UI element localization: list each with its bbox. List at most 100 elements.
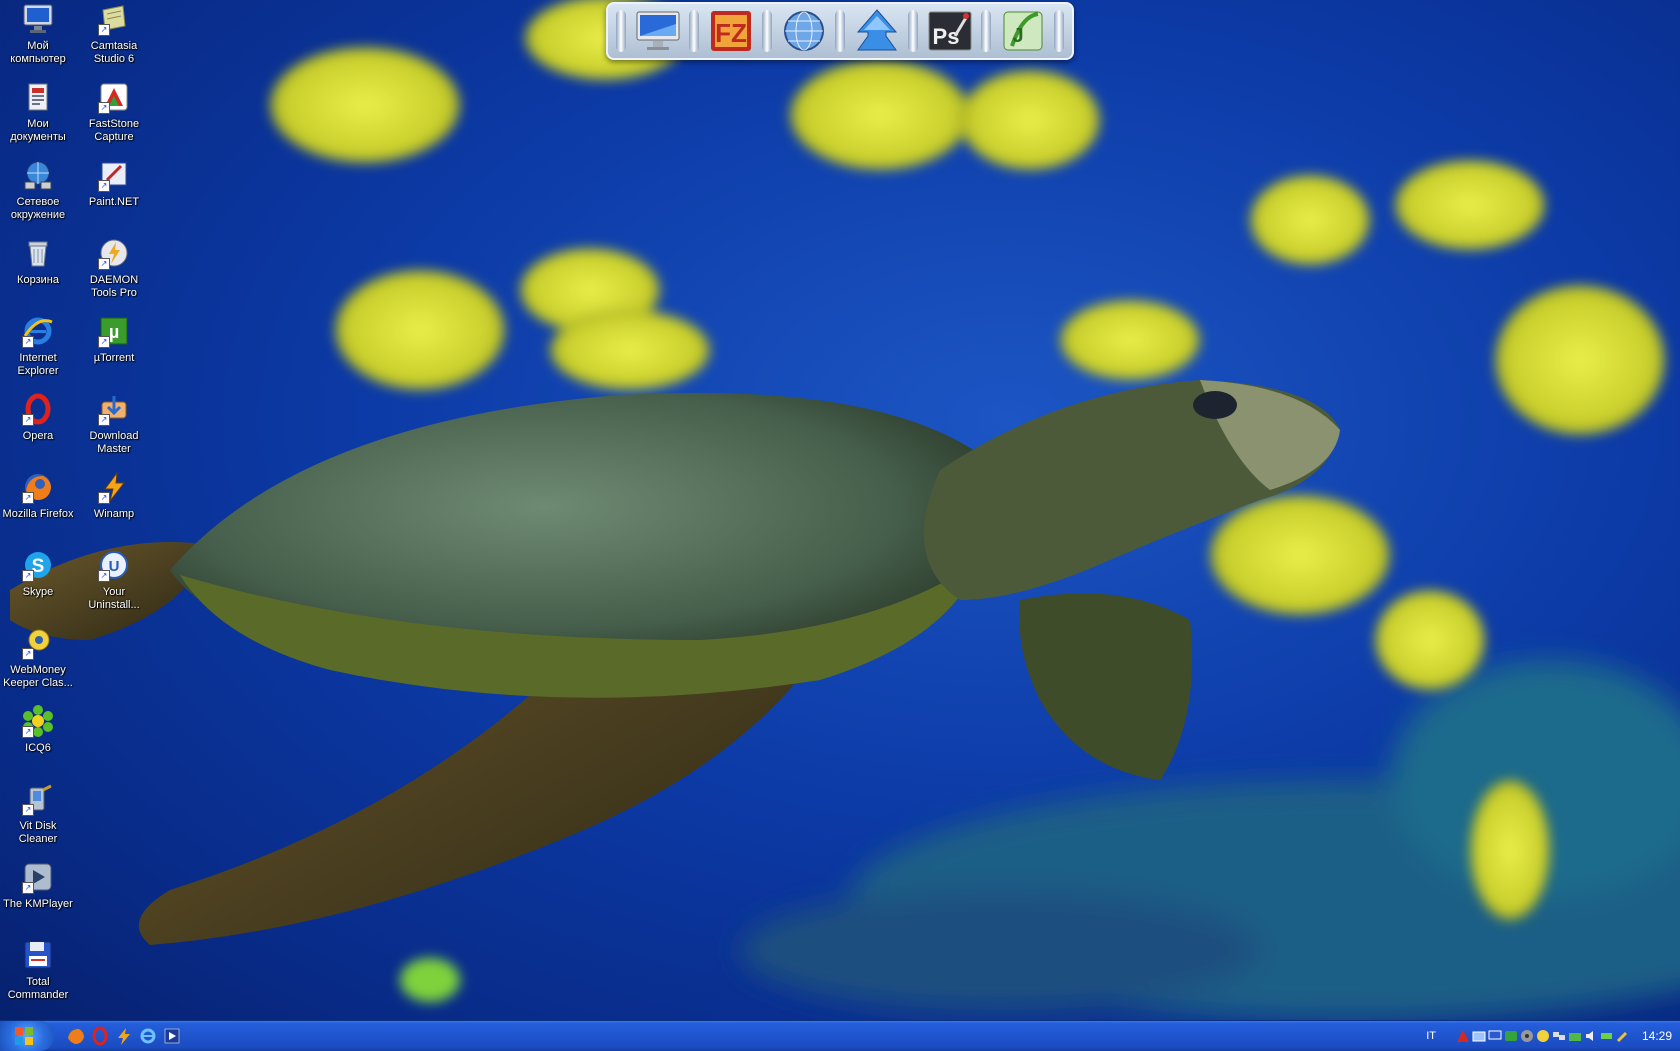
desktop-icon-label: Vit Disk Cleaner (18, 820, 58, 845)
quick-launch-bar (66, 1026, 182, 1046)
imac-icon (636, 11, 679, 50)
tray-icon-1[interactable] (1456, 1029, 1470, 1043)
dock-separator (762, 10, 772, 52)
desktop-icon-label: Сетевое окружение (10, 196, 66, 221)
upload-arrow-icon (856, 9, 897, 51)
tool-icon (1616, 1031, 1628, 1043)
tray-icon-10[interactable] (1600, 1029, 1614, 1043)
desktop-icon-label: µTorrent (93, 352, 135, 364)
desktop-icon-icq[interactable]: ↗ ICQ6 (0, 702, 76, 776)
documents-icon (28, 83, 48, 111)
desktop-icon-label: Skype (22, 586, 54, 598)
desktop-icon-your-uninstaller[interactable]: U ↗ Your Uninstall... (76, 546, 152, 620)
photoshop-icon: Ps (928, 11, 971, 51)
quick-launch-media[interactable] (162, 1026, 182, 1046)
tray-icon-5[interactable] (1520, 1029, 1534, 1043)
desktop-icon-label: Opera (22, 430, 54, 442)
desktop-icon-paintnet[interactable]: ↗ Paint.NET (76, 156, 152, 230)
desktop-icon-label: Camtasia Studio 6 (90, 40, 138, 65)
desktop-icon-total-commander[interactable]: Total Commander (0, 936, 76, 1010)
monitor-icon (1488, 1030, 1502, 1040)
tray-icon-4[interactable] (1504, 1029, 1518, 1043)
desktop-icon-vit-disk-cleaner[interactable]: ↗ Vit Disk Cleaner (0, 780, 76, 854)
dock-separator (689, 10, 699, 52)
dock-app-photoshop[interactable]: Ps (925, 6, 975, 56)
desktop-icon-firefox[interactable]: ↗ Mozilla Firefox (0, 468, 76, 542)
desktop-icon-label: Mozilla Firefox (2, 508, 74, 520)
clock[interactable]: 14:29 (1642, 1029, 1672, 1043)
desktop-icon-label: Мои документы (10, 118, 66, 143)
desktop-icon-skype[interactable]: S ↗ Skype (0, 546, 76, 620)
desktop-icon-daemon-tools[interactable]: ↗ DAEMON Tools Pro (76, 234, 152, 308)
tray-icon-8[interactable] (1568, 1029, 1582, 1043)
desktop-icon-label: Мой компьютер (10, 40, 66, 65)
dock-app-computer[interactable] (633, 6, 683, 56)
floppy-icon (24, 941, 52, 969)
dock-app-browser[interactable] (779, 6, 829, 56)
dock-separator (981, 10, 991, 52)
desktop-icon-label: Корзина (17, 274, 59, 286)
desktop-icon-my-computer[interactable]: Мой компьютер (0, 0, 76, 74)
tray-icon-11[interactable] (1616, 1029, 1630, 1043)
desktop-icon-recycle-bin[interactable]: Корзина (0, 234, 76, 308)
desktop-icon-kmplayer[interactable]: ↗ The KMPlayer (0, 858, 76, 932)
desktop-icon-label: DAEMON Tools Pro (89, 274, 139, 299)
desktop-icon-internet-explorer[interactable]: ↗ Internet Explorer (0, 312, 76, 386)
desktop-icon-webmoney[interactable]: ↗ WebMoney Keeper Clas... (0, 624, 76, 698)
globe-icon (783, 11, 824, 51)
desktop-icon-network[interactable]: Сетевое окружение (0, 156, 76, 230)
firefox-icon (68, 1028, 84, 1044)
svg-text:FZ: FZ (715, 18, 747, 48)
quick-launch-opera[interactable] (90, 1026, 110, 1046)
tray-icon-6[interactable] (1536, 1029, 1550, 1043)
webmoney-icon (1536, 1030, 1549, 1042)
svg-text:Ps: Ps (932, 24, 959, 49)
quick-launch-ie[interactable] (138, 1026, 158, 1046)
app-dock: FZ Ps J (606, 2, 1074, 60)
battery-icon (1600, 1033, 1612, 1039)
monitor-icon (23, 4, 53, 33)
desktop-icon-label: Total Commander (7, 976, 69, 1001)
svg-text:U: U (109, 558, 120, 575)
tray-icon-2[interactable] (1472, 1029, 1486, 1043)
desktop-icon-utorrent[interactable]: µ ↗ µTorrent (76, 312, 152, 386)
dock-app-filezilla[interactable]: FZ (706, 6, 756, 56)
tray-icon-3[interactable] (1488, 1029, 1502, 1043)
desktop-icon-camtasia[interactable]: ↗ Camtasia Studio 6 (76, 0, 152, 74)
desktop-icon-label: Winamp (93, 508, 135, 520)
folder-icon (1568, 1033, 1581, 1041)
desktop-icon-winamp[interactable]: ↗ Winamp (76, 468, 152, 542)
disc-icon (1520, 1030, 1533, 1042)
desktop-wallpaper (0, 0, 1680, 1020)
quick-launch-firefox[interactable] (66, 1026, 86, 1046)
svg-text:J: J (1012, 25, 1023, 47)
window-icon (1472, 1031, 1486, 1042)
svg-text:µ: µ (109, 322, 119, 342)
desktop-icon-label: WebMoney Keeper Clas... (3, 664, 73, 689)
desktop-icon-label: Download Master (89, 430, 139, 455)
media-icon (164, 1028, 180, 1044)
dock-app-upload[interactable] (852, 6, 902, 56)
dock-separator (835, 10, 845, 52)
desktop-icon-download-master[interactable]: ↗ Download Master (76, 390, 152, 464)
desktop-icon-opera[interactable]: ↗ Opera (0, 390, 76, 464)
desktop-icon-label: Paint.NET (88, 196, 140, 208)
desktop-icon-label: FastStone Capture (88, 118, 140, 143)
quick-launch-winamp[interactable] (114, 1026, 134, 1046)
desktop-icon-label: The KMPlayer (3, 898, 73, 910)
dock-separator (616, 10, 626, 52)
recycle-bin-icon (28, 241, 48, 267)
dock-separator (1054, 10, 1064, 52)
winamp-icon (118, 1028, 130, 1045)
dock-app-dreamweaver[interactable]: J (998, 6, 1048, 56)
network-icon (1552, 1032, 1565, 1040)
tray-icon-7[interactable] (1552, 1029, 1566, 1043)
dreamweaver-icon: J (1003, 11, 1042, 51)
tray-icon-9[interactable] (1584, 1029, 1598, 1043)
language-indicator[interactable]: IT (1426, 1030, 1436, 1042)
windows-logo-icon (15, 1027, 33, 1045)
desktop-icon-faststone[interactable]: ↗ FastStone Capture (76, 78, 152, 152)
taskbar: IT 14:29 (0, 1020, 1680, 1051)
desktop-icon-my-documents[interactable]: Мои документы (0, 78, 76, 152)
start-button[interactable] (0, 1021, 54, 1051)
